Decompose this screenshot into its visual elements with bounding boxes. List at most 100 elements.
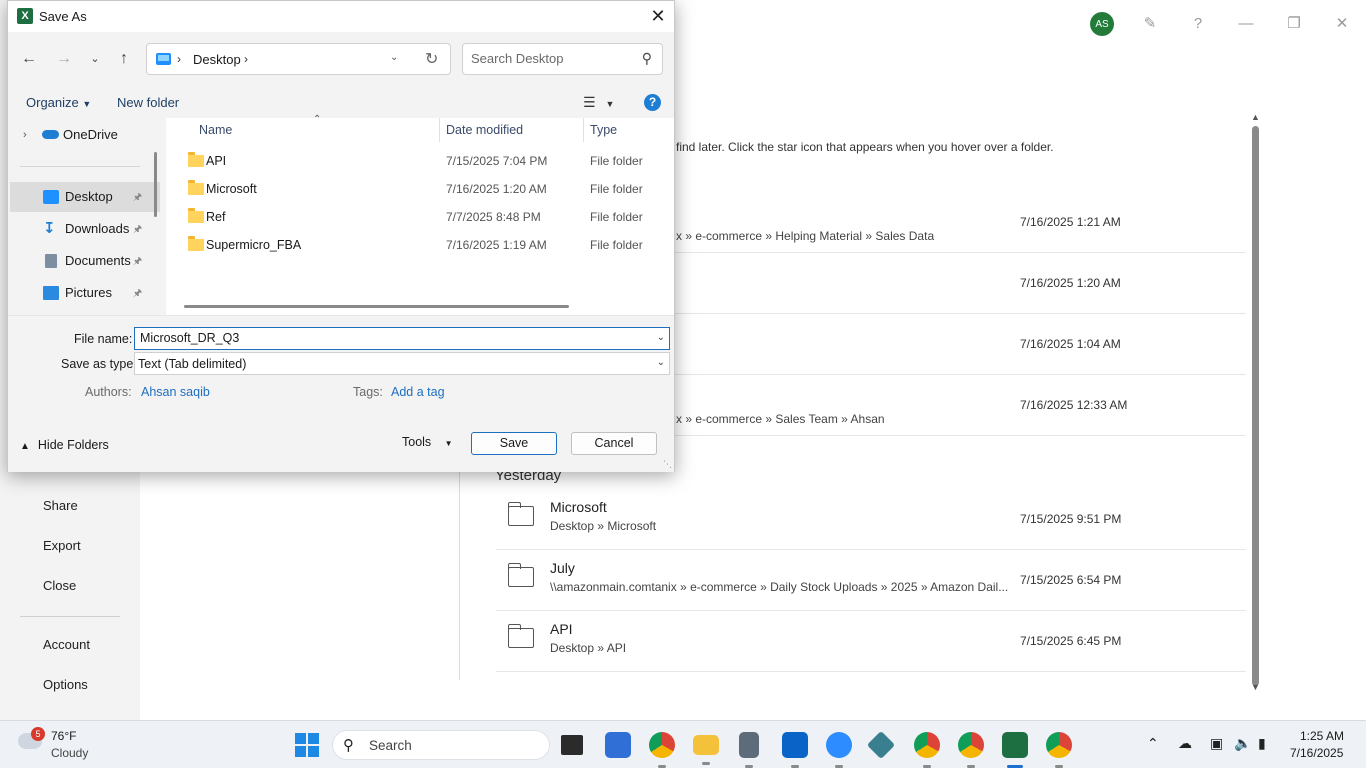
help-icon[interactable]: ? <box>1188 14 1208 34</box>
dialog-titlebar[interactable]: X Save As ✕ <box>8 1 674 32</box>
column-divider[interactable] <box>439 118 440 142</box>
clock-date[interactable]: 7/16/2025 <box>1290 746 1343 760</box>
microsoft-store-icon[interactable] <box>605 732 631 758</box>
nav-options[interactable]: Options <box>43 677 88 692</box>
horizontal-scrollbar[interactable] <box>184 305 569 308</box>
task-view-icon[interactable] <box>561 735 583 755</box>
file-type: File folder <box>590 154 643 168</box>
zoom-icon[interactable] <box>826 732 852 768</box>
windows-start-icon[interactable] <box>295 733 319 757</box>
pin-icon[interactable]: 🖈 <box>133 254 142 271</box>
chrome-icon[interactable] <box>958 732 984 768</box>
save-type-select[interactable]: Text (Tab delimited) ⌄ <box>134 352 670 375</box>
organize-button[interactable]: Organize ▼ <box>26 95 91 110</box>
pane-divider <box>459 470 460 680</box>
user-avatar[interactable]: AS <box>1090 12 1114 36</box>
calculator-icon[interactable] <box>739 732 759 768</box>
close-icon[interactable]: ✕ <box>642 1 674 32</box>
file-row[interactable]: Supermicro_FBA 7/16/2025 1:19 AM File fo… <box>166 232 674 260</box>
tags-value[interactable]: Add a tag <box>391 385 445 399</box>
nav-documents[interactable]: Documents 🖈 <box>10 246 160 276</box>
authors-value[interactable]: Ahsan saqib <box>141 385 210 399</box>
column-header-type[interactable]: Type <box>590 123 617 137</box>
resize-grip-icon[interactable]: ⋱ <box>663 459 672 470</box>
nav-label: OneDrive <box>63 127 118 142</box>
weather-condition[interactable]: Cloudy <box>51 746 88 760</box>
up-arrow-icon[interactable]: ↑ <box>113 48 135 70</box>
recent-path: x » e-commerce » Sales Team » Ahsan <box>676 412 885 426</box>
help-icon[interactable]: ? <box>644 94 661 111</box>
volume-icon[interactable]: 🔈 <box>1234 735 1251 752</box>
file-row[interactable]: API 7/15/2025 7:04 PM File folder <box>166 148 674 176</box>
file-row[interactable]: Microsoft 7/16/2025 1:20 AM File folder <box>166 176 674 204</box>
refresh-icon[interactable]: ↻ <box>425 49 438 69</box>
address-bar[interactable]: › Desktop › ⌄ ↻ <box>146 43 451 75</box>
recent-row[interactable]: API Desktop » API 7/15/2025 6:45 PM <box>496 611 1246 672</box>
search-input[interactable] <box>471 51 631 66</box>
taskbar-search[interactable]: ⚲ Search <box>332 730 550 760</box>
forward-arrow-icon[interactable]: → <box>53 48 75 70</box>
clock-time[interactable]: 1:25 AM <box>1300 729 1344 743</box>
battery-icon[interactable]: ▮ <box>1258 735 1266 752</box>
back-arrow-icon[interactable]: ← <box>18 48 40 70</box>
restore-icon[interactable]: ❐ <box>1284 14 1304 34</box>
chrome-icon[interactable] <box>1046 732 1072 768</box>
scroll-thumb[interactable] <box>1252 126 1259 686</box>
scroll-up-icon[interactable]: ▲ <box>1251 112 1260 122</box>
new-folder-button[interactable]: New folder <box>117 95 179 110</box>
feedback-icon[interactable]: ✎ <box>1140 14 1160 34</box>
chevron-down-icon[interactable]: ⌄ <box>657 357 665 368</box>
address-location[interactable]: Desktop <box>193 52 241 67</box>
documents-icon <box>45 254 57 268</box>
search-icon[interactable]: ⚲ <box>642 50 652 67</box>
nav-downloads[interactable]: ↧ Downloads 🖈 <box>10 214 160 244</box>
nav-onedrive[interactable]: › OneDrive <box>10 120 160 150</box>
app-icon[interactable] <box>866 730 896 760</box>
chevron-up-icon[interactable]: ⌃ <box>1147 735 1159 752</box>
column-header-date[interactable]: Date modified <box>446 123 523 137</box>
nav-divider <box>20 616 120 617</box>
pin-icon[interactable]: 🖈 <box>133 222 142 239</box>
chrome-icon[interactable] <box>649 732 675 768</box>
pin-icon[interactable]: 🖈 <box>133 286 142 303</box>
file-name-input[interactable] <box>140 331 640 345</box>
backstage-scrollbar[interactable]: ▲ ▼ <box>1249 110 1263 695</box>
file-name-field[interactable]: ⌄ <box>134 327 670 350</box>
scroll-down-icon[interactable]: ▼ <box>1251 682 1260 692</box>
search-box[interactable]: ⚲ <box>462 43 663 75</box>
weather-temp[interactable]: 76°F <box>51 729 76 743</box>
file-row[interactable]: Ref 7/7/2025 8:48 PM File folder <box>166 204 674 232</box>
outlook-icon[interactable] <box>782 732 808 768</box>
nav-close[interactable]: Close <box>43 578 76 593</box>
chevron-right-icon[interactable]: › <box>177 52 181 66</box>
close-window-icon[interactable]: ✕ <box>1332 14 1352 34</box>
nav-pictures[interactable]: Pictures 🖈 <box>10 278 160 308</box>
recent-row[interactable]: Microsoft Desktop » Microsoft 7/15/2025 … <box>496 489 1246 550</box>
column-header-name[interactable]: Name <box>199 123 232 137</box>
column-divider[interactable] <box>583 118 584 142</box>
network-icon[interactable]: ▣ <box>1210 735 1223 752</box>
nav-account[interactable]: Account <box>43 637 90 652</box>
nav-share[interactable]: Share <box>43 498 78 513</box>
chevron-right-icon[interactable]: › <box>244 52 248 66</box>
tools-button[interactable]: Tools ▼ <box>402 435 453 449</box>
chevron-right-icon[interactable]: › <box>23 129 27 141</box>
chevron-down-icon[interactable]: ⌄ <box>390 52 398 63</box>
cancel-button[interactable]: Cancel <box>571 432 657 455</box>
excel-icon[interactable] <box>1002 732 1028 768</box>
nav-scrollbar[interactable] <box>154 152 157 217</box>
hide-folders-button[interactable]: ▲ Hide Folders <box>20 438 109 452</box>
cloud-sync-icon[interactable]: ☁ <box>1178 735 1192 752</box>
recent-row[interactable]: July \\amazonmain.comtanix » e-commerce … <box>496 550 1246 611</box>
chevron-down-icon[interactable]: ⌄ <box>657 332 665 343</box>
dialog-footer: ▲ Hide Folders Tools ▼ Save Cancel ⋱ <box>8 415 674 472</box>
pin-icon[interactable]: 🖈 <box>133 190 142 207</box>
save-button[interactable]: Save <box>471 432 557 455</box>
nav-export[interactable]: Export <box>43 538 81 553</box>
file-explorer-icon[interactable] <box>693 735 719 765</box>
minimize-icon[interactable]: — <box>1236 14 1256 34</box>
view-options-button[interactable]: ☰ ▼ <box>583 94 614 111</box>
recent-locations-chevron-icon[interactable]: ⌄ <box>84 48 106 70</box>
nav-desktop[interactable]: Desktop 🖈 <box>10 182 160 212</box>
chrome-icon[interactable] <box>914 732 940 768</box>
